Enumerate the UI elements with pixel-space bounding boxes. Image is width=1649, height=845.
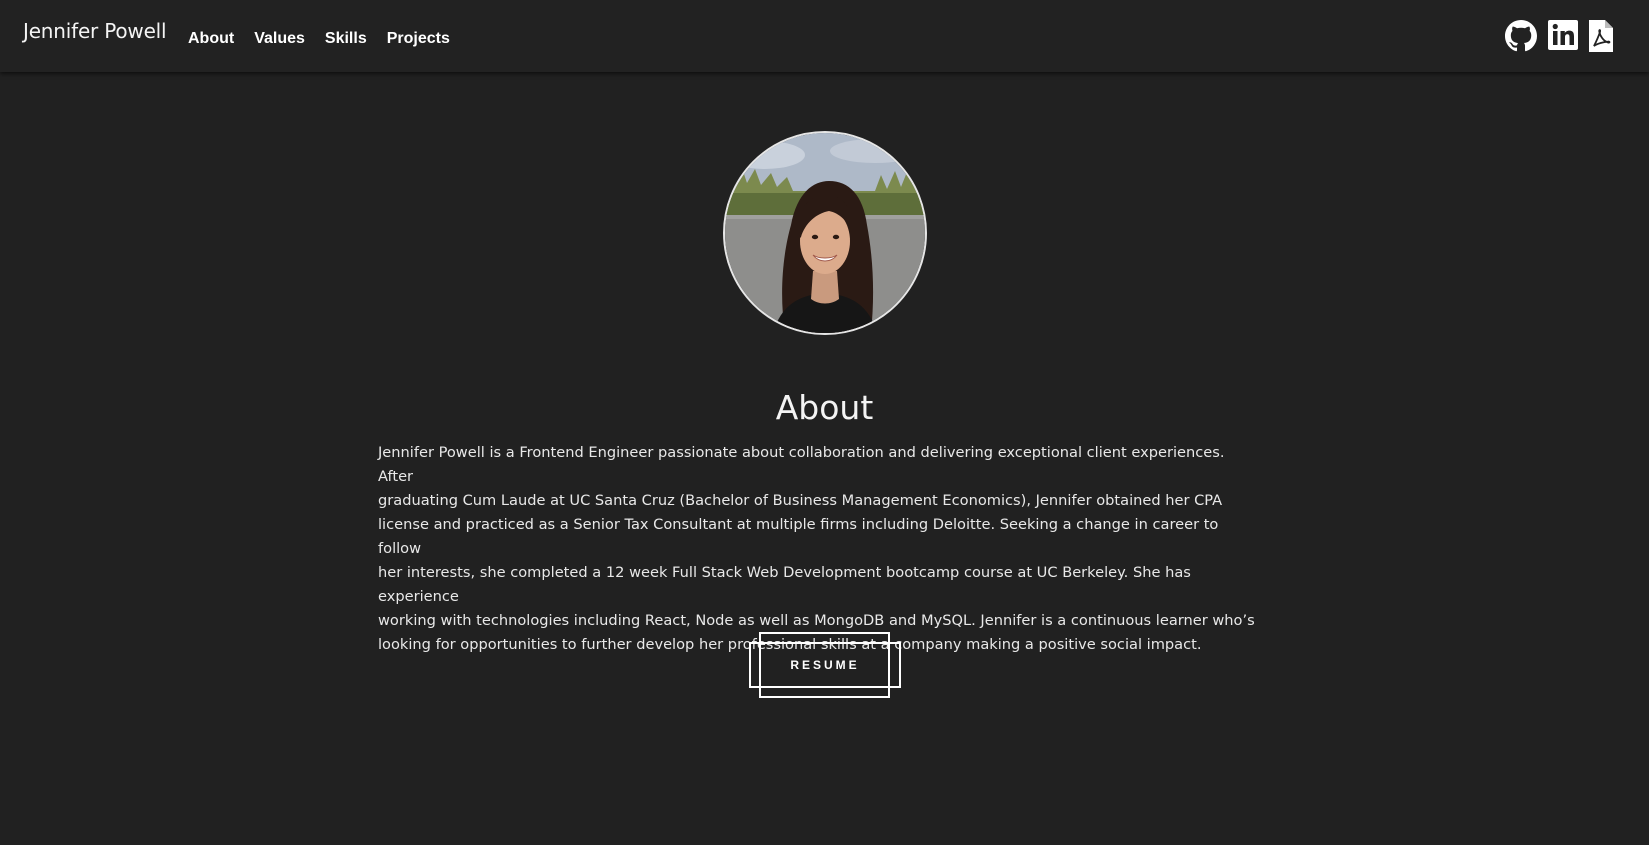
about-line: her interests, she completed a 12 week F…	[378, 564, 1191, 605]
github-icon[interactable]	[1505, 20, 1537, 52]
nav-link-skills[interactable]: Skills	[325, 30, 367, 48]
about-section: About Jennifer Powell is a Frontend Engi…	[0, 72, 1649, 845]
profile-photo	[723, 131, 927, 335]
pdf-icon[interactable]	[1589, 20, 1613, 52]
about-line: working with technologies including Reac…	[378, 612, 1255, 629]
nav-link-values[interactable]: Values	[254, 30, 305, 48]
about-line: graduating Cum Laude at UC Santa Cruz (B…	[378, 492, 1223, 509]
about-paragraph: Jennifer Powell is a Frontend Engineer p…	[378, 441, 1264, 657]
resume-button[interactable]: RESUME	[749, 632, 901, 698]
about-title: About	[775, 388, 874, 427]
nav-links: About Values Skills Projects	[188, 30, 450, 48]
linkedin-icon[interactable]	[1548, 20, 1578, 50]
about-line: Jennifer Powell is a Frontend Engineer p…	[378, 444, 1225, 485]
resume-button-wrapper: RESUME	[749, 632, 901, 698]
nav-link-about[interactable]: About	[188, 30, 234, 48]
navbar: Jennifer Powell About Values Skills Proj…	[0, 0, 1649, 72]
about-line: license and practiced as a Senior Tax Co…	[378, 516, 1219, 557]
nav-link-projects[interactable]: Projects	[387, 30, 450, 48]
brand-name[interactable]: Jennifer Powell	[23, 19, 167, 43]
